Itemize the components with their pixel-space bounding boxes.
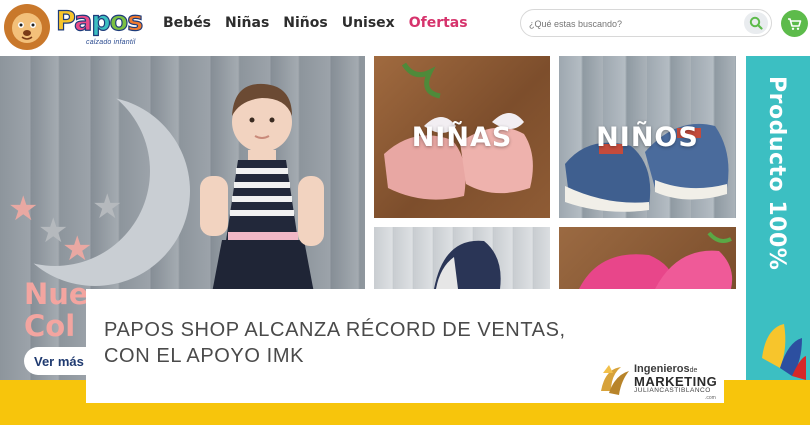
- page: Papos calzado infantil Bebés Niñas Niños…: [0, 0, 810, 425]
- imk-brand-logo[interactable]: Ingenierosde MARKETING JULIANCASTIBLANCO…: [597, 359, 719, 401]
- category-tile-3[interactable]: [374, 227, 550, 289]
- promo-text: Producto 100%: [764, 76, 789, 271]
- article-headline-line2: CON EL APOYO IMK: [104, 345, 305, 367]
- pink-sneakers-photo: [579, 231, 733, 289]
- hero-headline: Nue Col: [24, 278, 89, 342]
- article-headline-line1: PAPOS SHOP ALCANZA RÉCORD DE VENTAS,: [104, 319, 566, 341]
- star-icon: ★: [62, 230, 93, 268]
- category-label-ninas: NIÑAS: [411, 122, 513, 153]
- imk-logo-icon: [601, 365, 629, 395]
- category-tile-ninas[interactable]: NIÑAS: [374, 56, 550, 218]
- brand-logo[interactable]: Papos calzado infantil: [2, 2, 144, 52]
- article-headline: PAPOS SHOP ALCANZA RÉCORD DE VENTAS, CON…: [104, 317, 624, 369]
- lion-logo-icon: [4, 4, 50, 50]
- promo-strip[interactable]: Producto 100%: [746, 56, 810, 380]
- nav-item-bebes[interactable]: Bebés: [163, 15, 211, 31]
- category-tile-4[interactable]: [559, 227, 736, 289]
- hero-headline-line2: Col: [24, 309, 76, 343]
- search-input[interactable]: [529, 15, 739, 33]
- search-icon: [749, 16, 763, 30]
- imk-brand-line3: JULIANCASTIBLANCO: [634, 387, 711, 394]
- nav-item-ninos[interactable]: Niños: [283, 15, 327, 31]
- star-icon: ★: [92, 188, 123, 226]
- cart-icon: [788, 17, 802, 30]
- nav-item-ofertas[interactable]: Ofertas: [409, 15, 468, 31]
- star-icon: ★: [8, 190, 39, 228]
- cart-button[interactable]: [781, 10, 808, 37]
- flag-graphic-icon: [762, 324, 806, 380]
- nav-item-ninas[interactable]: Niñas: [225, 15, 269, 31]
- navy-shoes-photo: [434, 240, 501, 289]
- main-nav: Bebés Niñas Niños Unisex Ofertas: [163, 15, 468, 31]
- site-header: Papos calzado infantil Bebés Niñas Niños…: [0, 0, 810, 54]
- category-label-ninos: NIÑOS: [596, 122, 699, 153]
- imk-brand-line4: .com: [705, 395, 716, 401]
- hero-headline-line1: Nue: [24, 277, 89, 311]
- search-button[interactable]: [744, 12, 768, 34]
- search-bar: [520, 9, 772, 37]
- nav-item-unisex[interactable]: Unisex: [342, 15, 395, 31]
- article-card[interactable]: PAPOS SHOP ALCANZA RÉCORD DE VENTAS, CON…: [86, 289, 724, 403]
- brand-wordmark: Papos: [55, 6, 143, 37]
- brand-tagline: calzado infantil: [86, 39, 136, 46]
- category-tile-ninos[interactable]: NIÑOS: [559, 56, 736, 218]
